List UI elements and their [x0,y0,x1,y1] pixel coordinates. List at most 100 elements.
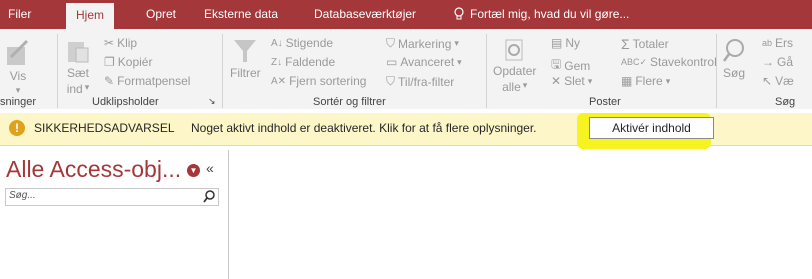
chevron-down-icon: ▾ [454,38,459,48]
goto-label: Gå [777,55,794,69]
find-button[interactable]: Søg [722,38,746,80]
more-label: Flere [635,74,663,88]
paste-icon [68,42,89,63]
refresh-label-2: alle [502,80,521,94]
select-button[interactable]: ↖ Væ [762,74,794,88]
view-label: Vis [9,69,27,83]
chevron-down-icon: ▾ [457,56,462,67]
goto-button[interactable]: → Gå [762,55,793,69]
funnel-icon [234,40,257,62]
chevron-down-icon[interactable]: ▼ [187,164,200,177]
selection-label: Markering [398,36,452,51]
advanced-button[interactable]: ▭ Avanceret ▾ [386,55,462,69]
chevron-down-icon: ▾ [15,85,21,95]
find-label: Søg [722,66,745,80]
search-icon [722,39,744,62]
search-placeholder: Søg... [9,190,36,201]
more-button[interactable]: ▦ Flere ▾ [621,74,670,88]
collapse-pane-button[interactable]: « [206,160,214,176]
remove-sort-button[interactable]: A✕ Fjern sortering [271,74,366,88]
select-label: Væ [775,74,794,88]
selection-filter-icon: ⛉ [386,36,396,50]
copy-button[interactable]: ❐ Kopiér [104,55,152,69]
chevron-down-icon: ▾ [665,75,671,86]
group-label-sort-filter: Sortér og filtrer [313,96,386,108]
remove-sort-label: Fjern sortering [289,74,367,88]
view-button[interactable]: Vis ▾ [5,39,31,96]
totals-label: Totaler [632,37,669,51]
brush-icon: ✎ [104,74,115,88]
chevron-down-icon: ▾ [84,82,90,92]
tab-eksterne-data[interactable]: Eksterne data [204,7,278,21]
sort-ascending-button[interactable]: A↓ Stigende [271,36,333,50]
save-label: Gem [564,58,591,73]
chevron-down-icon: ▾ [522,80,528,90]
new-record-icon: ▤ [551,36,563,50]
replace-button[interactable]: ab Ers [762,36,793,50]
totals-button[interactable]: Σ Totaler [621,36,669,52]
sigma-icon: Σ [621,36,630,52]
lightbulb-icon [454,7,464,20]
format-painter-button[interactable]: ✎ Formatpensel [104,74,190,88]
tell-me-search[interactable]: Fortæl mig, hvad du vil gøre... [453,7,629,21]
paste-label-1: Sæt [66,66,89,80]
format-painter-label: Formatpensel [117,74,191,88]
new-record-button[interactable]: ▤ Ny [551,36,580,50]
save-icon: 🖫 [551,57,562,71]
enable-content-button[interactable]: Aktivér indhold [589,117,714,139]
group-separator [716,34,717,108]
copy-icon: ❐ [104,55,115,69]
selection-button[interactable]: ⛉ Markering ▾ [386,36,459,51]
delete-label: Slet [564,74,585,88]
spellcheck-icon: ABC✓ [621,56,648,67]
tab-filer[interactable]: Filer [8,7,31,21]
funnel-icon: ⛉ [386,74,396,88]
filter-label: Filtrer [230,66,261,80]
replace-icon: ab [762,38,773,48]
paste-button[interactable]: Sæt ind ▾ [66,36,90,96]
search-icon[interactable] [203,190,215,203]
more-grid-icon: ▦ [621,74,633,88]
security-warning-title: SIKKERHEDSADVARSEL [34,121,175,135]
refresh-all-button[interactable]: Opdater alle ▾ [493,38,536,94]
dialog-launcher-icon[interactable]: ↘ [208,96,216,107]
copy-label: Kopiér [117,55,153,69]
save-record-button[interactable]: 🖫 Gem [551,55,590,76]
group-label-sog: Søg [775,96,796,108]
toggle-filter-button[interactable]: ⛉ Til/fra-filter [386,74,454,89]
tab-opret[interactable]: Opret [146,7,176,21]
sort-descending-button[interactable]: Z↓ Faldende [271,55,335,69]
tab-hjem[interactable]: Hjem [66,3,115,29]
security-warning-message[interactable]: Noget aktivt indhold er deaktiveret. Kli… [191,121,537,135]
advanced-filter-icon: ▭ [386,55,398,69]
toggle-filter-label: Til/fra-filter [398,74,455,89]
close-icon: ✕ [551,74,562,88]
cut-label: Klip [117,36,138,50]
group-separator [57,34,58,108]
filter-button[interactable]: Filtrer [230,38,261,80]
warning-icon: ! [9,120,25,136]
tab-databasevaerktojer[interactable]: Databaseværktøjer [314,7,416,21]
refresh-icon [505,39,523,61]
spelling-button[interactable]: ABC✓ Stavekontrol [621,55,717,69]
tell-me-text: Fortæl mig, hvad du vil gøre... [470,7,630,21]
cut-button[interactable]: ✂ Klip [104,36,137,50]
remove-sort-icon: A✕ [271,75,287,87]
group-label-poster: Poster [589,96,621,108]
sort-descending-icon: Z↓ [271,56,283,68]
new-record-label: Ny [565,36,581,50]
navigation-pane-title[interactable]: Alle Access-obj... [6,156,181,183]
navigation-search-input[interactable]: Søg... [5,188,219,206]
sort-ascending-icon: A↓ [271,37,283,49]
group-separator [486,34,487,108]
advanced-label: Avanceret [400,55,455,69]
sort-ascending-label: Stigende [285,36,334,50]
view-icon [7,39,29,65]
scissors-icon: ✂ [104,36,115,50]
refresh-label-1: Opdater [493,64,537,78]
spelling-label: Stavekontrol [650,55,717,69]
group-label-visninger: sninger [0,96,37,108]
delete-record-button[interactable]: ✕ Slet ▾ [551,74,592,88]
sort-descending-label: Faldende [285,55,336,69]
replace-label: Ers [775,36,794,50]
